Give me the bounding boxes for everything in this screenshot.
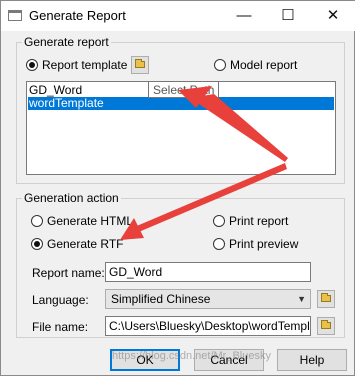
watermark: https://blog.csdn.net/Mr_Bluesky	[112, 350, 271, 362]
annotation-arrow-to-tooltip	[190, 94, 288, 162]
annotation-arrows	[120, 86, 288, 240]
annotation-arrow-to-rtf	[132, 163, 287, 234]
